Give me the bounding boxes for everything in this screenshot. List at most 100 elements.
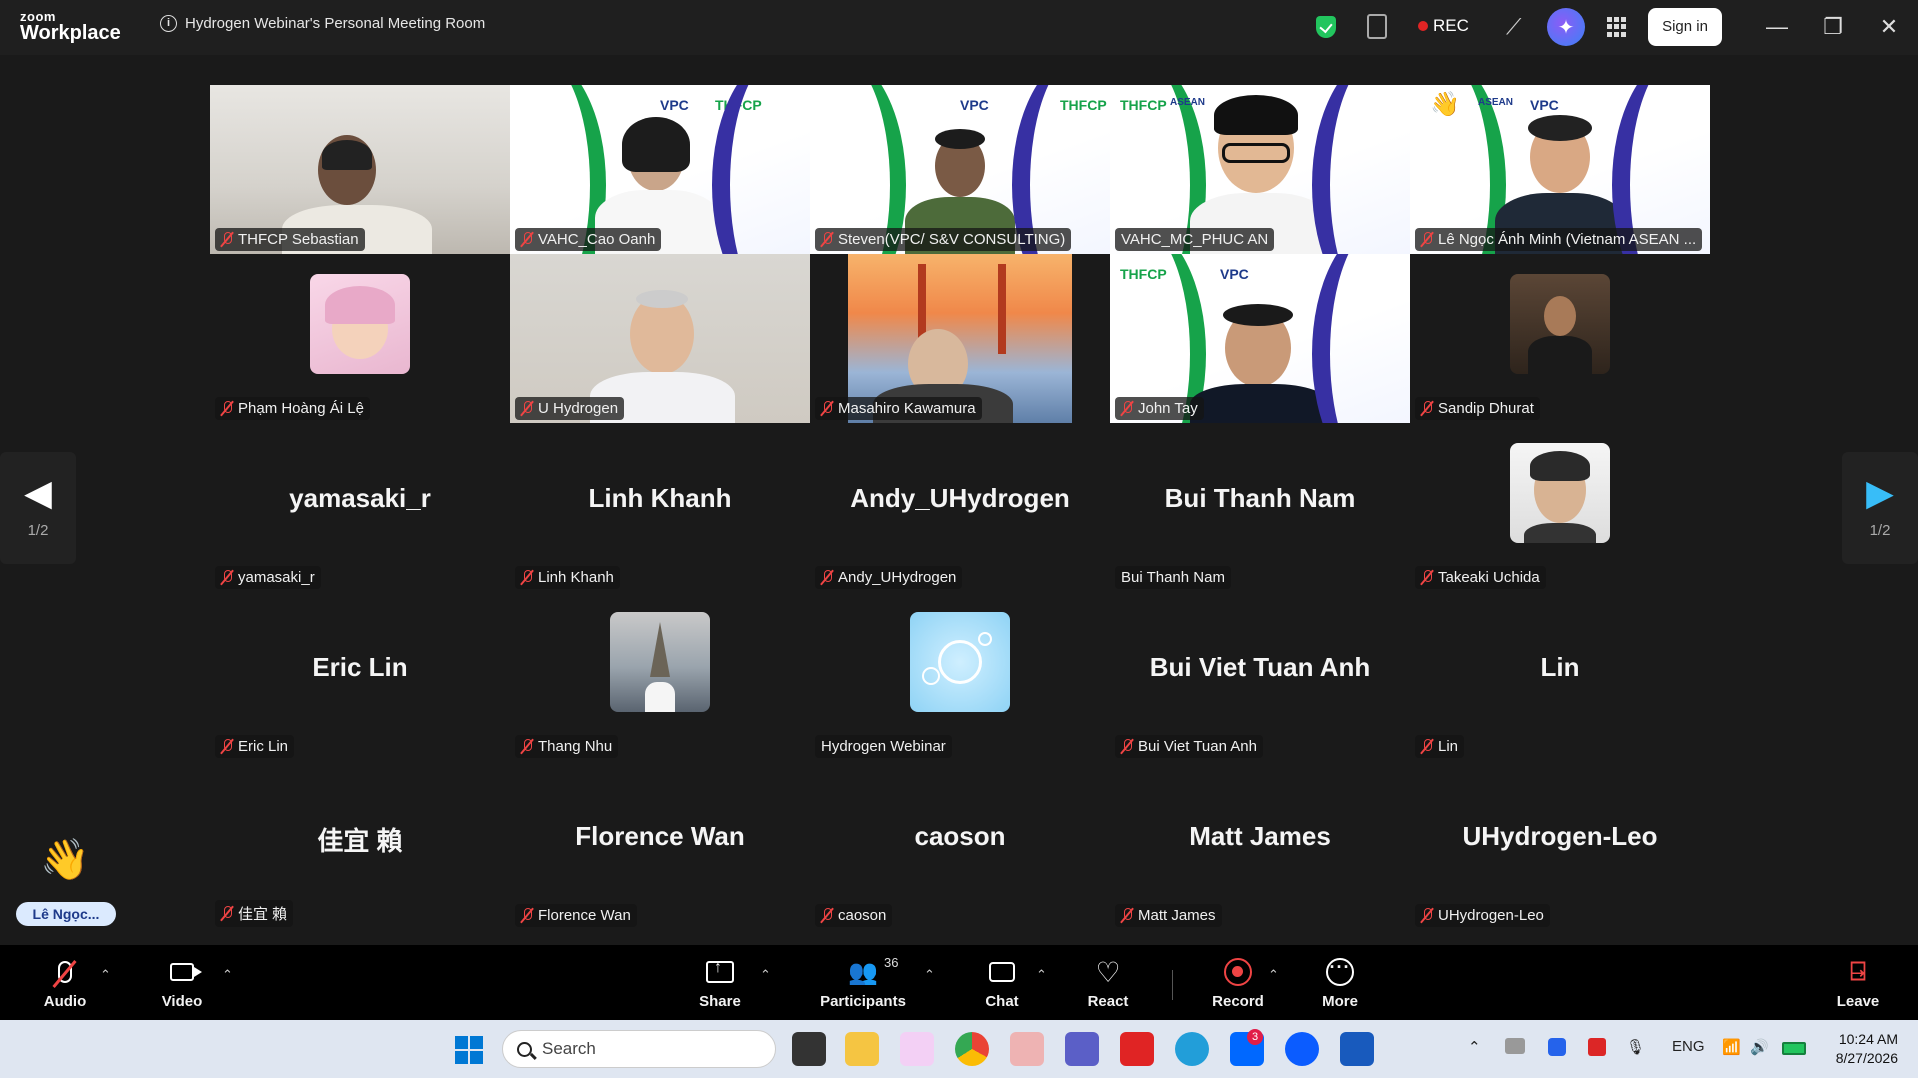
video-tile[interactable]: Andy_UHydrogen Andy_UHydrogen	[810, 423, 1110, 592]
minimize-button[interactable]: —	[1762, 14, 1792, 40]
task-view-icon[interactable]	[792, 1032, 826, 1066]
raised-hand-name[interactable]: Lê Ngọc...	[16, 902, 116, 926]
wifi-icon[interactable]: 📶	[1722, 1038, 1741, 1056]
video-tile[interactable]: Thang Nhu	[510, 592, 810, 761]
tray-chevron-icon[interactable]: ⌃	[1468, 1038, 1481, 1056]
recording-indicator[interactable]: REC	[1418, 16, 1469, 36]
video-tile[interactable]: VPC THFCP VAHC_Cao Oanh	[510, 85, 810, 254]
participant-name: Matt James	[1138, 907, 1216, 924]
chat-button[interactable]: Chat	[962, 957, 1042, 1010]
wps-icon[interactable]	[1120, 1032, 1154, 1066]
close-button[interactable]: ✕	[1874, 14, 1904, 40]
video-tile[interactable]: THFCP Sebastian	[210, 85, 510, 254]
banner-logo: THFCP	[715, 97, 762, 113]
participants-options-caret-icon[interactable]: ⌃	[924, 967, 935, 983]
audio-button[interactable]: Audio	[25, 957, 105, 1010]
video-tile[interactable]: 佳宜 賴 佳宜 賴	[210, 761, 510, 930]
chat-options-caret-icon[interactable]: ⌃	[1036, 967, 1047, 983]
magic-wand-icon[interactable]: ⟋	[1506, 14, 1521, 40]
video-tile[interactable]: Sandip Dhurat	[1410, 254, 1710, 423]
mic-muted-icon	[1421, 570, 1433, 585]
share-button[interactable]: Share	[680, 957, 760, 1010]
video-tile[interactable]: Bui Viet Tuan Anh Bui Viet Tuan Anh	[1110, 592, 1410, 761]
video-tile[interactable]: Linh Khanh Linh Khanh	[510, 423, 810, 592]
record-label: Record	[1212, 993, 1264, 1010]
react-button[interactable]: ♡ React	[1068, 957, 1148, 1011]
banner-logo: VPC	[1220, 266, 1249, 282]
tray-wps-icon[interactable]	[1588, 1038, 1606, 1056]
video-tile[interactable]: U Hydrogen	[510, 254, 810, 423]
participant-nameplate: Sandip Dhurat	[1415, 397, 1540, 420]
video-tile[interactable]: VPC THFCP Steven(VPC/ S&V CONSULTING)	[810, 85, 1110, 254]
video-tile[interactable]: Eric Lin Eric Lin	[210, 592, 510, 761]
battery-icon[interactable]	[1782, 1042, 1806, 1055]
participant-nameplate: Andy_UHydrogen	[815, 566, 963, 589]
participant-avatar	[1510, 274, 1610, 374]
apps-grid-icon[interactable]	[1607, 17, 1627, 37]
video-tile[interactable]: Masahiro Kawamura	[810, 254, 1110, 423]
record-button[interactable]: Record	[1198, 957, 1278, 1010]
share-options-caret-icon[interactable]: ⌃	[760, 967, 771, 983]
info-icon[interactable]: i	[160, 15, 177, 32]
participants-label: Participants	[820, 993, 906, 1010]
mic-muted-icon	[521, 908, 533, 923]
video-options-caret-icon[interactable]: ⌃	[222, 967, 233, 983]
video-grid: THFCP Sebastian VPC THFCP VAHC_Cao Oanh …	[210, 85, 1710, 930]
video-tile[interactable]: caoson caoson	[810, 761, 1110, 930]
video-tile[interactable]: Bui Thanh Nam Bui Thanh Nam	[1110, 423, 1410, 592]
zoom-taskbar-icon[interactable]	[1285, 1032, 1319, 1066]
search-placeholder: Search	[542, 1039, 596, 1058]
windows-start-icon[interactable]	[455, 1036, 483, 1064]
video-tile-active-speaker[interactable]: THFCP ASEAN VAHC_MC_PHUC AN	[1110, 85, 1410, 254]
more-button[interactable]: ··· More	[1300, 957, 1380, 1010]
banner-logo: ASEAN	[1170, 97, 1206, 108]
mic-muted-icon	[1121, 739, 1133, 754]
ai-companion-icon[interactable]: ✦	[1547, 8, 1585, 46]
snipping-tool-icon[interactable]	[900, 1032, 934, 1066]
video-tile[interactable]: Lin Lin	[1410, 592, 1710, 761]
participant-nameplate: U Hydrogen	[515, 397, 625, 420]
audio-options-caret-icon[interactable]: ⌃	[100, 967, 111, 983]
mic-muted-icon	[1121, 401, 1133, 416]
tray-security-icon[interactable]	[1548, 1038, 1566, 1056]
meeting-toolbar: Audio ⌃ Video ⌃ Share ⌃ 👥 Participants 3…	[0, 945, 1918, 1020]
notes-icon[interactable]	[1367, 14, 1387, 39]
sign-in-button[interactable]: Sign in	[1648, 8, 1722, 46]
tray-mic-icon[interactable]: 🎙	[1626, 1038, 1645, 1056]
teams-icon[interactable]	[1065, 1032, 1099, 1066]
meeting-info[interactable]: i Hydrogen Webinar's Personal Meeting Ro…	[160, 15, 485, 32]
leave-button[interactable]: ⍈ Leave	[1818, 956, 1898, 1010]
record-options-caret-icon[interactable]: ⌃	[1268, 967, 1279, 983]
video-tile[interactable]: THFCP VPC John Tay	[1110, 254, 1410, 423]
maximize-button[interactable]: ❐	[1818, 14, 1848, 40]
video-tile[interactable]: Takeaki Uchida	[1410, 423, 1710, 592]
zalo-notification-badge: 3	[1247, 1029, 1263, 1045]
taskbar-search[interactable]: Search	[502, 1030, 776, 1068]
video-button[interactable]: Video	[142, 957, 222, 1010]
mic-muted-icon	[821, 401, 833, 416]
security-shield-icon[interactable]	[1316, 16, 1336, 38]
word-icon[interactable]	[1340, 1032, 1374, 1066]
clock-date: 8/27/2026	[1835, 1050, 1898, 1066]
participant-nameplate: Hydrogen Webinar	[815, 735, 952, 758]
video-tile[interactable]: UHydrogen-Leo UHydrogen-Leo	[1410, 761, 1710, 930]
system-clock[interactable]: 10:24 AM 8/27/2026	[1818, 1030, 1898, 1068]
previous-page-button[interactable]: ◀ 1/2	[0, 452, 76, 564]
next-page-button[interactable]: ▶ 1/2	[1842, 452, 1918, 564]
volume-icon[interactable]: 🔊	[1750, 1038, 1769, 1056]
file-explorer-icon[interactable]	[845, 1032, 879, 1066]
chrome-icon[interactable]	[955, 1032, 989, 1066]
mic-muted-icon	[521, 570, 533, 585]
video-tile[interactable]: Hydrogen Webinar	[810, 592, 1110, 761]
tray-app-icon[interactable]	[1505, 1038, 1525, 1054]
telegram-icon[interactable]	[1175, 1032, 1209, 1066]
video-tile[interactable]: VPC ASEAN 👋 Lê Ngọc Ánh Minh (Vietnam AS…	[1410, 85, 1710, 254]
video-tile[interactable]: Phạm Hoàng Ái Lệ	[210, 254, 510, 423]
participant-big-name: Eric Lin	[312, 652, 408, 682]
react-label: React	[1087, 993, 1129, 1010]
language-indicator[interactable]: ENG	[1672, 1038, 1705, 1055]
paint-icon[interactable]	[1010, 1032, 1044, 1066]
video-tile[interactable]: Florence Wan Florence Wan	[510, 761, 810, 930]
video-tile[interactable]: yamasaki_r yamasaki_r	[210, 423, 510, 592]
video-tile[interactable]: Matt James Matt James	[1110, 761, 1410, 930]
